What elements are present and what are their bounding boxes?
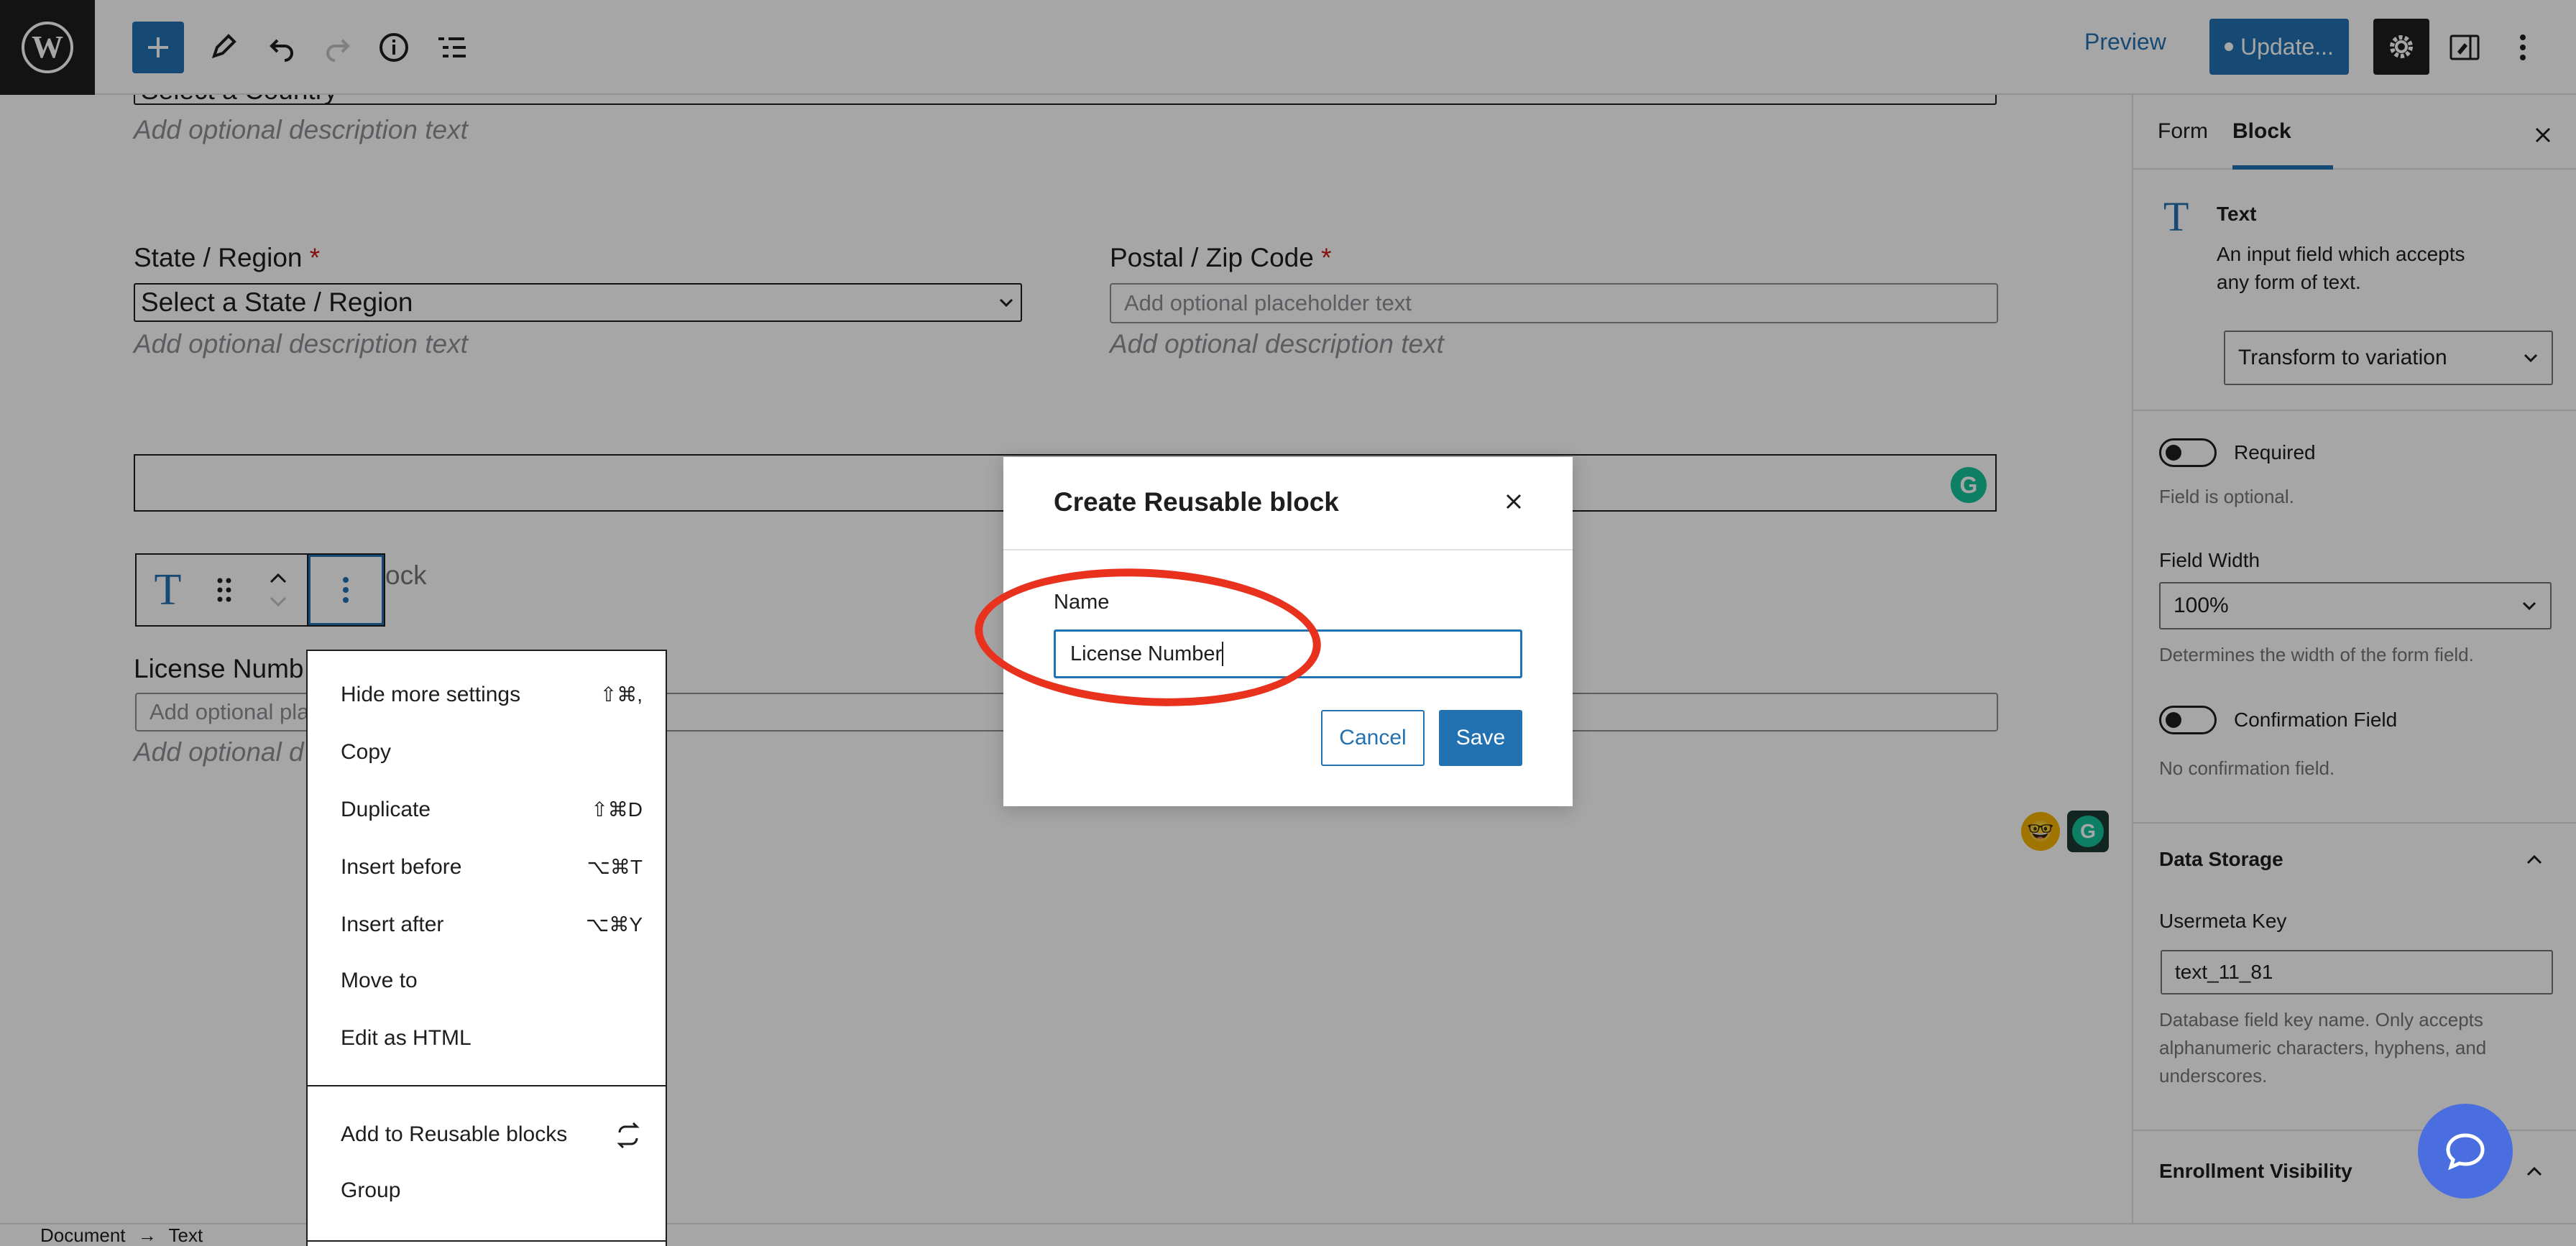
menu-item-label: Add to Reusable blocks <box>341 1122 568 1146</box>
menu-item-label: Hide more settings <box>341 683 521 706</box>
menu-item-hide-more-settings[interactable]: Hide more settings ⇧⌘, <box>341 683 643 707</box>
menu-item-insert-before[interactable]: Insert before ⌥⌘T <box>341 855 643 880</box>
menu-item-shortcut: ⌥⌘Y <box>586 913 643 936</box>
menu-item-edit-as-html[interactable]: Edit as HTML <box>341 1026 643 1051</box>
block-options-menu: Hide more settings ⇧⌘, Copy Duplicate ⇧⌘D … <box>306 650 667 1246</box>
cancel-button[interactable]: Cancel <box>1321 710 1425 766</box>
menu-divider <box>308 1240 666 1242</box>
menu-item-duplicate[interactable]: Duplicate ⇧⌘D <box>341 798 643 822</box>
menu-item-shortcut: ⌥⌘T <box>586 856 643 878</box>
menu-item-add-to-reusable-blocks[interactable]: Add to Reusable blocks <box>341 1122 643 1148</box>
menu-item-group[interactable]: Group <box>341 1178 643 1203</box>
menu-item-move-to[interactable]: Move to <box>341 969 643 993</box>
help-chat-bubble-icon[interactable] <box>2418 1104 2513 1199</box>
save-button[interactable]: Save <box>1439 710 1522 766</box>
menu-item-label: Move to <box>341 969 418 992</box>
menu-item-label: Insert before <box>341 855 462 879</box>
modal-title: Create Reusable block <box>1054 487 1339 517</box>
menu-item-label: Group <box>341 1178 401 1202</box>
menu-item-label: Copy <box>341 740 392 764</box>
menu-item-shortcut: ⇧⌘, <box>599 683 643 706</box>
reusable-block-icon <box>617 1122 640 1148</box>
menu-item-shortcut: ⇧⌘D <box>591 798 643 821</box>
menu-item-label: Insert after <box>341 913 444 936</box>
modal-close-icon[interactable] <box>1495 483 1532 520</box>
menu-item-label: Edit as HTML <box>341 1026 472 1050</box>
menu-item-label: Duplicate <box>341 798 431 821</box>
menu-divider <box>308 1085 666 1086</box>
menu-item-copy[interactable]: Copy <box>341 740 643 765</box>
modal-header-divider <box>1003 549 1573 550</box>
menu-item-insert-after[interactable]: Insert after ⌥⌘Y <box>341 913 643 937</box>
